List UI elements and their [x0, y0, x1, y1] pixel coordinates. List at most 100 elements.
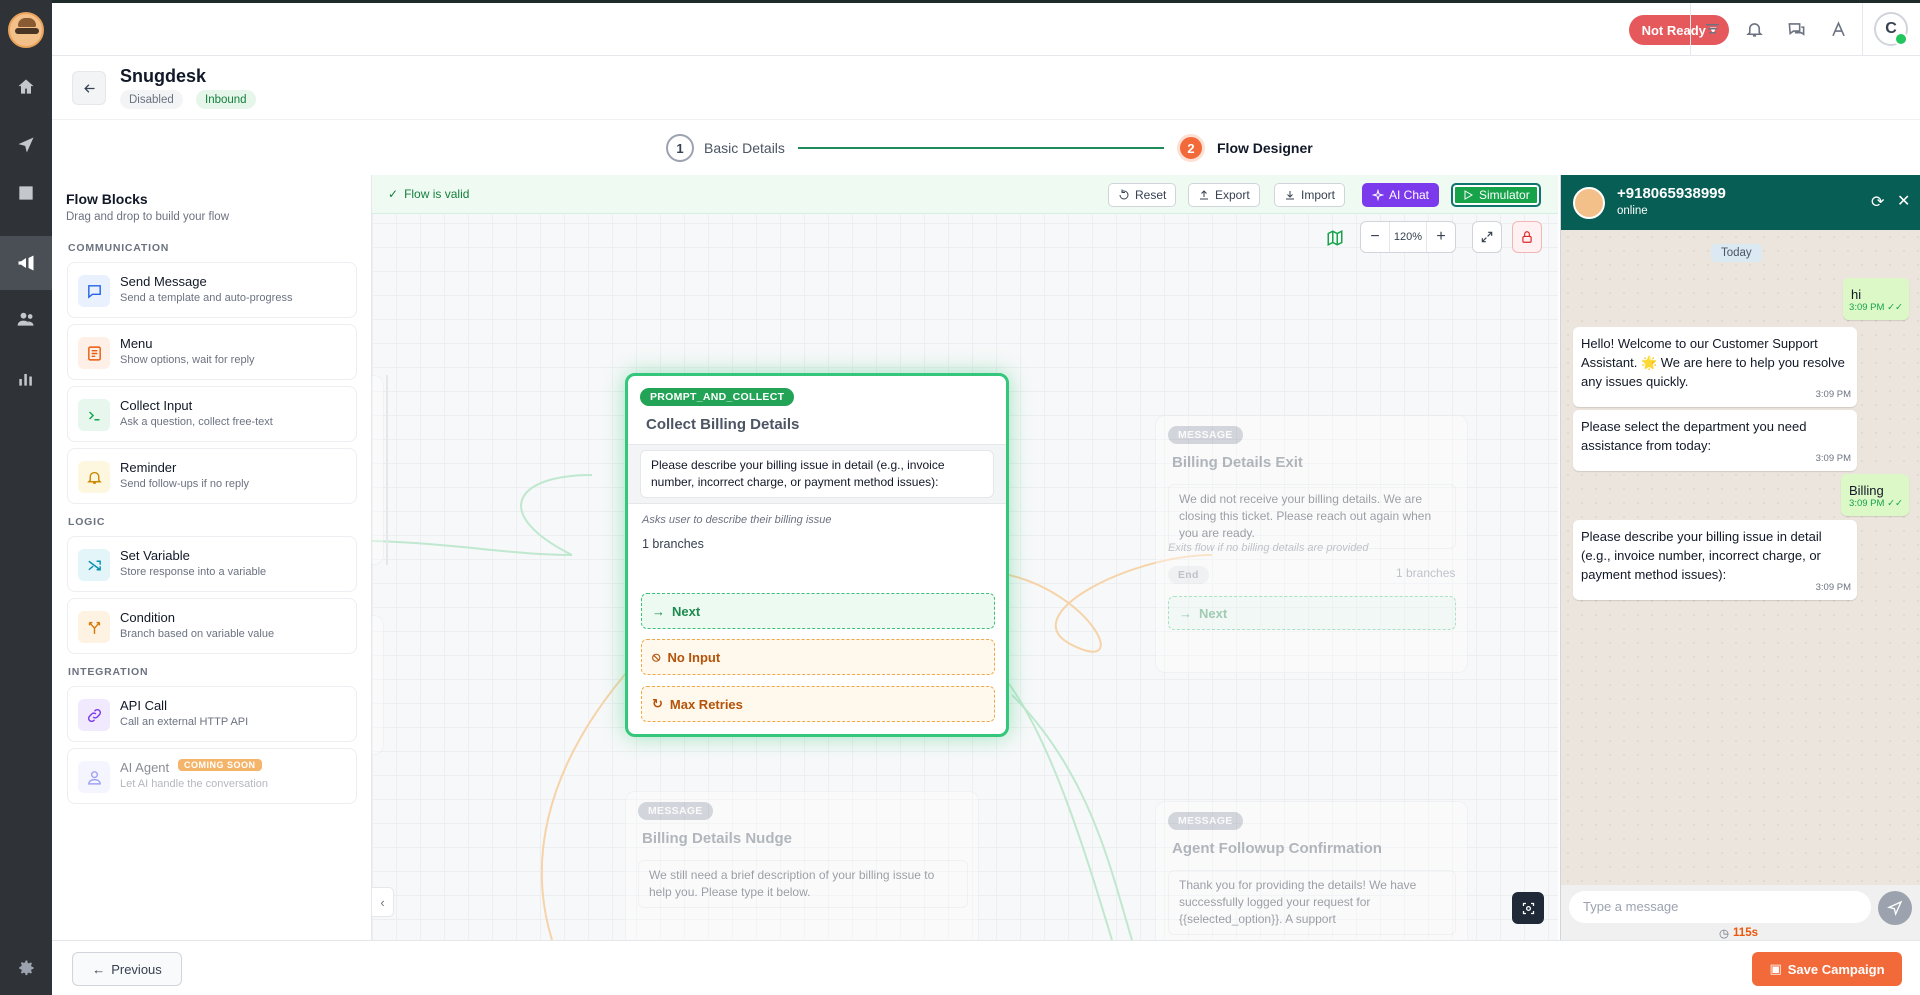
branch-next[interactable]: → Next — [641, 593, 995, 629]
inbox-icon[interactable] — [0, 166, 52, 220]
block-title: API Call — [120, 698, 167, 713]
lock-icon[interactable] — [1512, 221, 1542, 253]
notifications-bell-icon[interactable] — [1742, 17, 1766, 41]
block-subtitle: Send follow-ups if no reply — [120, 478, 250, 490]
import-button[interactable]: Import — [1274, 183, 1346, 207]
message-text: Please describe your billing issue in de… — [1581, 529, 1822, 582]
arrow-left-icon: ← — [92, 961, 106, 977]
terminal-icon — [78, 399, 110, 431]
timer-value: 115s — [1733, 927, 1758, 939]
prohibited-icon: ⦸ — [652, 649, 661, 664]
section-integration: INTEGRATION — [68, 666, 149, 678]
campaign-megaphone-icon[interactable] — [0, 236, 52, 290]
message-text: Please select the department you need as… — [1581, 419, 1807, 453]
node-tag: MESSAGE — [1168, 812, 1243, 830]
app-logo[interactable] — [8, 12, 44, 48]
divider — [1862, 3, 1863, 56]
send-icon[interactable] — [0, 118, 52, 172]
home-icon[interactable] — [0, 60, 52, 114]
step-2-number[interactable]: 2 — [1177, 134, 1205, 162]
simulator-label: Simulator — [1479, 188, 1530, 202]
block-condition[interactable]: Condition Branch based on variable value — [67, 598, 357, 654]
analytics-icon[interactable] — [0, 352, 52, 406]
users-icon[interactable] — [0, 292, 52, 346]
offscreen-node[interactable] — [372, 615, 384, 755]
block-subtitle: Branch based on variable value — [120, 628, 275, 640]
wizard-footer: ← Previous ▣ Save Campaign — [52, 940, 1920, 995]
refresh-icon[interactable]: ⟳ — [1871, 192, 1884, 212]
branch-no-input[interactable]: ⦸ No Input — [641, 639, 995, 675]
block-menu[interactable]: Menu Show options, wait for reply — [67, 324, 357, 380]
settings-gear-icon[interactable] — [16, 958, 36, 981]
chat-bubbles-icon[interactable] — [1784, 17, 1808, 41]
shuffle-icon — [78, 549, 110, 581]
save-campaign-button[interactable]: ▣ Save Campaign — [1752, 952, 1902, 986]
block-title: Send Message — [120, 274, 207, 289]
block-reminder[interactable]: Reminder Send follow-ups if no reply — [67, 448, 357, 504]
close-icon[interactable]: ✕ — [1897, 191, 1910, 211]
node-title: Collect Billing Details — [646, 416, 800, 433]
node-title: Billing Details Exit — [1172, 454, 1303, 471]
retry-icon: ↻ — [652, 696, 663, 711]
message-time: 3:09 PM — [1815, 453, 1851, 464]
clock-icon: ◷ — [1719, 928, 1730, 940]
wizard-stepper: 1 Basic Details 2 Flow Designer — [52, 120, 1920, 175]
chat-message-out: Billing 3:09 PM ✓✓ — [1841, 474, 1909, 516]
branch-label: Next — [672, 603, 701, 619]
block-api-call[interactable]: API Call Call an external HTTP API — [67, 686, 357, 742]
campaign-title: Snugdesk — [120, 66, 207, 86]
step-1-label[interactable]: Basic Details — [704, 140, 785, 156]
user-avatar[interactable]: C — [1874, 12, 1908, 46]
branch-max-retries[interactable]: ↻ Max Retries — [641, 686, 995, 722]
validation-toolbar: ✓ Flow is valid Reset Export Import AI Ch… — [372, 175, 1558, 214]
fit-view-focus-icon[interactable] — [1512, 892, 1544, 924]
message-composer: Type a message ◷ 115s — [1561, 885, 1920, 940]
message-input[interactable]: Type a message — [1569, 891, 1871, 923]
zoom-out-button[interactable]: − — [1361, 228, 1389, 246]
list-menu-icon[interactable] — [1700, 17, 1724, 41]
zoom-control: − 120% + — [1360, 221, 1456, 253]
step-1-number[interactable]: 1 — [666, 134, 694, 162]
export-button[interactable]: Export — [1188, 183, 1260, 207]
previous-button[interactable]: ← Previous — [72, 952, 182, 986]
session-timer: ◷ 115s — [1719, 926, 1758, 940]
step-2-label[interactable]: Flow Designer — [1217, 140, 1313, 156]
node-title: Agent Followup Confirmation — [1172, 840, 1382, 857]
contact-avatar — [1573, 187, 1605, 219]
back-arrow-button[interactable] — [72, 71, 106, 105]
node-billing-details-nudge[interactable]: MESSAGE Billing Details Nudge We still n… — [625, 791, 979, 940]
ai-chat-button[interactable]: AI Chat — [1362, 183, 1440, 207]
section-logic: LOGIC — [68, 516, 106, 528]
node-collect-billing-details[interactable]: PROMPT_AND_COLLECT Collect Billing Detai… — [625, 373, 1009, 737]
app-nav-rail — [0, 0, 52, 995]
send-arrow-icon[interactable] — [1878, 891, 1912, 925]
arrow-right-icon: → — [652, 603, 665, 619]
zoom-in-button[interactable]: + — [1427, 228, 1455, 246]
node-billing-details-exit[interactable]: MESSAGE Billing Details Exit We did not … — [1155, 415, 1468, 673]
save-disk-icon: ▣ — [1769, 961, 1782, 976]
block-set-variable[interactable]: Set Variable Store response into a varia… — [67, 536, 357, 592]
collapse-sidebar-chevron-icon[interactable]: ‹ — [372, 887, 394, 917]
branch-label: No Input — [667, 649, 721, 665]
offscreen-node[interactable] — [372, 375, 384, 565]
minimap-toggle-icon[interactable] — [1326, 229, 1344, 250]
block-collect-input[interactable]: Collect Input Ask a question, collect fr… — [67, 386, 357, 442]
arrow-right-icon: → — [1179, 605, 1192, 621]
node-note: Exits flow if no billing details are pro… — [1168, 542, 1369, 554]
campaign-header: Snugdesk Disabled Inbound — [52, 56, 1920, 120]
reset-button[interactable]: Reset — [1108, 183, 1177, 207]
fullscreen-expand-icon[interactable] — [1472, 221, 1502, 253]
branch-next[interactable]: → Next — [1168, 596, 1456, 630]
node-agent-followup-confirmation[interactable]: MESSAGE Agent Followup Confirmation Than… — [1155, 801, 1468, 940]
link-icon — [78, 699, 110, 731]
coming-soon-badge: COMING SOON — [178, 759, 262, 771]
block-send-message[interactable]: Send Message Send a template and auto-pr… — [67, 262, 357, 318]
upload-icon — [1200, 190, 1208, 200]
block-title: Set Variable — [120, 548, 190, 563]
flow-canvas[interactable]: ✓ Flow is valid Reset Export Import AI Ch… — [372, 175, 1558, 940]
flow-blocks-sidebar: Flow Blocks Drag and drop to build your … — [52, 175, 372, 940]
block-title: Condition — [120, 610, 175, 625]
font-a-icon[interactable] — [1826, 17, 1850, 41]
whatsapp-simulator: +918065938999 online ⟳ ✕ Today hi 3:09 PM… — [1560, 175, 1920, 940]
simulator-button[interactable]: Simulator — [1451, 183, 1541, 207]
